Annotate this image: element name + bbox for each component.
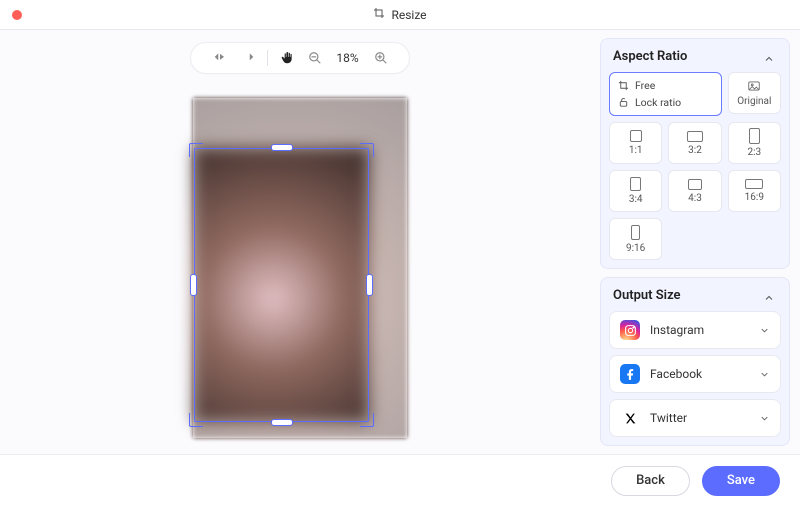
crop-handle-bottom-right[interactable] [360,413,374,427]
chevron-down-icon [759,321,770,340]
crop-handle-top-left[interactable] [189,143,203,157]
rect-3-4-icon [630,177,641,191]
output-facebook[interactable]: Facebook [609,355,781,393]
back-button[interactable]: Back [611,466,690,496]
ratio-3-2-button[interactable]: 3:2 [668,122,721,164]
ratio-4-3-button[interactable]: 4:3 [668,170,721,212]
crop-handle-bottom[interactable] [271,419,293,426]
output-instagram-label: Instagram [650,323,749,337]
crop-handle-top[interactable] [271,144,293,151]
chevron-up-icon [763,289,777,303]
body: 18% [0,30,800,454]
redo-button[interactable] [239,49,257,67]
ratio-original-button[interactable]: Original [728,72,781,114]
chevron-down-icon [759,409,770,428]
ratio-1-1-button[interactable]: 1:1 [609,122,662,164]
aspect-ratio-section: Aspect Ratio Free Lock ratio [600,38,790,269]
output-size-section: Output Size Instagram [600,277,790,446]
title-text: Resize [391,8,426,22]
undo-button[interactable] [211,49,229,67]
crop-handle-right[interactable] [366,274,373,296]
rect-3-2-icon [687,131,703,142]
square-icon [630,130,642,142]
output-twitter-label: Twitter [650,411,749,425]
image-stage[interactable] [193,98,407,438]
side-panel: Aspect Ratio Free Lock ratio [600,30,800,454]
rect-9-16-icon [631,225,640,240]
output-instagram[interactable]: Instagram [609,311,781,349]
save-button-label: Save [727,473,755,488]
ratio-16-9-label: 16:9 [745,192,764,203]
output-facebook-label: Facebook [650,367,749,381]
canvas-area: 18% [0,30,600,454]
ratio-1-1-label: 1:1 [629,145,643,156]
ratio-original-label: Original [737,96,771,107]
save-button[interactable]: Save [702,466,780,496]
footer: Back Save [0,454,800,506]
crop-handle-left[interactable] [190,274,197,296]
output-twitter[interactable]: Twitter [609,399,781,437]
rect-2-3-icon [749,128,760,144]
ratio-3-4-button[interactable]: 3:4 [609,170,662,212]
crop-region[interactable] [194,148,369,422]
ratio-9-16-label: 9:16 [626,243,645,254]
aspect-ratio-title: Aspect Ratio [613,49,687,64]
facebook-icon [620,364,640,384]
ratio-lock-label: Lock ratio [635,96,681,109]
ratio-4-3-label: 4:3 [688,193,702,204]
chevron-up-icon [763,50,777,64]
zoom-out-button[interactable] [306,49,324,67]
titlebar: Resize [0,0,800,30]
ratio-free-label: Free [635,79,655,92]
ratio-3-2-label: 3:2 [688,145,702,156]
output-list: Instagram Facebook [609,311,781,437]
rect-16-9-icon [745,179,763,189]
instagram-icon [620,320,640,340]
output-size-title: Output Size [613,288,681,303]
back-button-label: Back [636,473,665,488]
twitter-x-icon [620,408,640,428]
crop-icon [373,7,385,22]
aspect-ratio-grid: Free Lock ratio Original 1:1 [609,72,781,260]
chevron-down-icon [759,365,770,384]
ratio-16-9-button[interactable]: 16:9 [728,170,781,212]
ratio-2-3-button[interactable]: 2:3 [728,122,781,164]
toolbar-divider [267,50,268,66]
crop-handle-bottom-left[interactable] [189,413,203,427]
ratio-free-button[interactable]: Free Lock ratio [609,72,722,116]
crop-handle-top-right[interactable] [360,143,374,157]
aspect-ratio-header[interactable]: Aspect Ratio [609,47,781,72]
page-title: Resize [373,7,426,22]
zoom-in-button[interactable] [372,49,390,67]
output-size-header[interactable]: Output Size [609,286,781,311]
ratio-2-3-label: 2:3 [747,147,761,158]
close-window-button[interactable] [12,10,22,20]
ratio-3-4-label: 3:4 [629,194,643,205]
crop-border [194,148,369,422]
rect-4-3-icon [688,179,702,190]
zoom-level: 18% [334,51,362,65]
canvas-toolbar: 18% [190,42,410,74]
window: Resize 18% [0,0,800,506]
pan-tool-button[interactable] [278,49,296,67]
ratio-9-16-button[interactable]: 9:16 [609,218,662,260]
